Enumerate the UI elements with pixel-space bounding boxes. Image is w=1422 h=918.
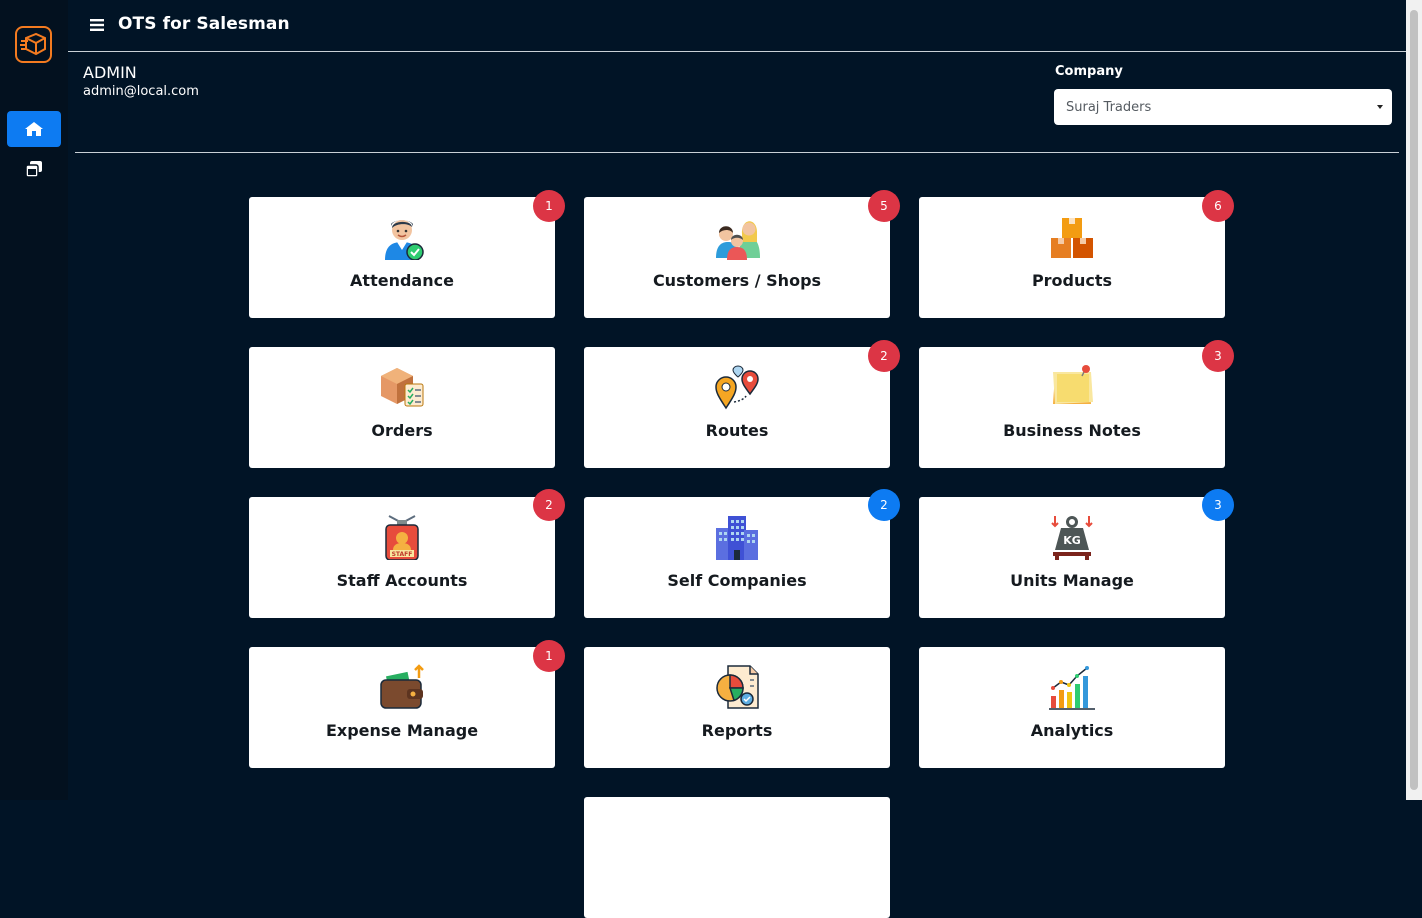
svg-text:KG: KG bbox=[1063, 534, 1081, 547]
bar-chart-icon bbox=[1049, 666, 1095, 710]
stacked-pages-icon bbox=[25, 161, 42, 178]
sticky-note-icon bbox=[1053, 365, 1093, 404]
scrollbar-thumb[interactable] bbox=[1410, 10, 1418, 790]
tile-label: Staff Accounts bbox=[336, 571, 468, 590]
package-logo-icon[interactable] bbox=[15, 26, 52, 63]
tile-label: Products bbox=[1031, 271, 1113, 290]
tile-more[interactable] bbox=[584, 797, 890, 918]
company-select[interactable]: Suraj Traders bbox=[1054, 89, 1392, 125]
boxes-icon bbox=[1051, 218, 1093, 258]
status-badge: 1 bbox=[533, 640, 565, 672]
status-badge: 3 bbox=[1202, 489, 1234, 521]
office-building-icon bbox=[716, 516, 758, 560]
wallet-icon bbox=[380, 664, 424, 709]
tile-label: Customers / Shops bbox=[652, 271, 822, 290]
tile-label: Expense Manage bbox=[325, 721, 479, 740]
company-selected-value: Suraj Traders bbox=[1066, 99, 1152, 115]
user-name: ADMIN bbox=[83, 63, 137, 82]
kg-weight-icon: KG bbox=[1051, 516, 1093, 560]
tile-reports[interactable]: Reports bbox=[584, 647, 890, 768]
top-bar: OTS for Salesman bbox=[68, 0, 1406, 52]
tile-label: Analytics bbox=[1030, 721, 1114, 740]
tile-label: Units Manage bbox=[1010, 571, 1134, 590]
tile-self-companies[interactable]: Self Companies bbox=[584, 497, 890, 618]
tile-analytics[interactable]: Analytics bbox=[919, 647, 1225, 768]
sidebar bbox=[0, 0, 68, 800]
tile-routes[interactable]: Routes bbox=[584, 347, 890, 468]
tile-label: Business Notes bbox=[1003, 421, 1141, 440]
tile-label: Routes bbox=[705, 421, 769, 440]
report-pie-icon bbox=[716, 665, 759, 709]
status-badge: 2 bbox=[868, 489, 900, 521]
staff-id-card-icon: STAFF bbox=[385, 515, 419, 560]
page-scrollbar[interactable] bbox=[1406, 0, 1422, 800]
divider bbox=[75, 152, 1399, 153]
tile-attendance[interactable]: Attendance bbox=[249, 197, 555, 318]
tile-orders[interactable]: Orders bbox=[249, 347, 555, 468]
tile-units-manage[interactable]: KG Units Manage bbox=[919, 497, 1225, 618]
tile-label: Attendance bbox=[350, 271, 454, 290]
status-badge: 5 bbox=[868, 190, 900, 222]
app-title: OTS for Salesman bbox=[118, 14, 290, 34]
home-icon bbox=[25, 122, 43, 136]
tile-business-notes[interactable]: Business Notes bbox=[919, 347, 1225, 468]
status-badge: 1 bbox=[533, 190, 565, 222]
attendance-person-icon bbox=[385, 220, 424, 260]
sidebar-item-home[interactable] bbox=[7, 111, 61, 147]
status-badge: 2 bbox=[868, 340, 900, 372]
status-badge: 6 bbox=[1202, 190, 1234, 222]
order-box-checklist-icon bbox=[381, 368, 424, 407]
user-email: admin@local.com bbox=[83, 84, 199, 99]
chevron-down-icon bbox=[1377, 105, 1383, 109]
company-label: Company bbox=[1055, 64, 1123, 79]
tile-customers-shops[interactable]: Customers / Shops bbox=[584, 197, 890, 318]
tile-label: Orders bbox=[371, 421, 433, 440]
route-pins-icon bbox=[715, 365, 759, 410]
status-badge: 3 bbox=[1202, 340, 1234, 372]
hamburger-menu-icon[interactable] bbox=[90, 18, 104, 32]
tile-staff-accounts[interactable]: STAFF Staff Accounts bbox=[249, 497, 555, 618]
tile-expense-manage[interactable]: Expense Manage bbox=[249, 647, 555, 768]
status-badge: 2 bbox=[533, 489, 565, 521]
svg-text:STAFF: STAFF bbox=[392, 551, 413, 558]
sidebar-item-pages[interactable] bbox=[7, 151, 61, 187]
tile-label: Reports bbox=[701, 721, 773, 740]
tile-products[interactable]: Products bbox=[919, 197, 1225, 318]
tile-label: Self Companies bbox=[667, 571, 807, 590]
customers-group-icon bbox=[716, 221, 760, 260]
